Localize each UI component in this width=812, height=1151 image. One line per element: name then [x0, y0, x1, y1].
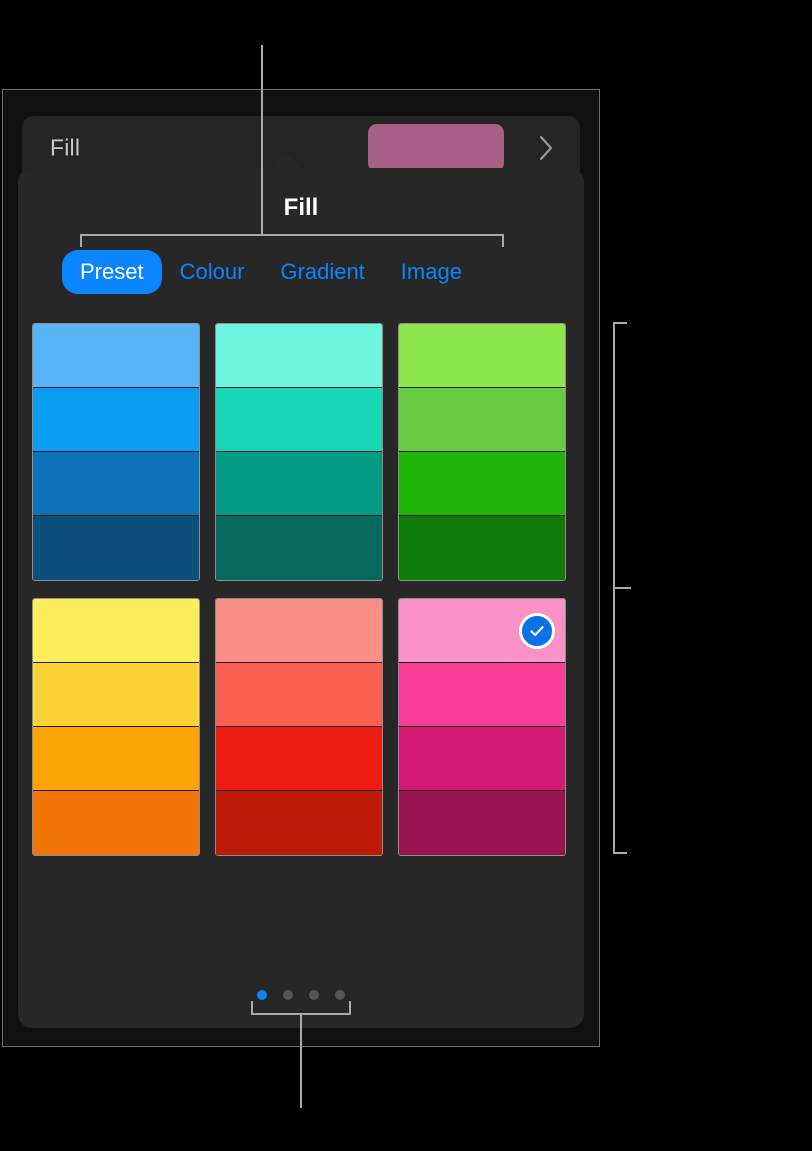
callout-bracket-tabs [80, 234, 504, 236]
chevron-right-icon[interactable] [534, 130, 558, 166]
swatch-pink-magenta-ramp-3[interactable] [399, 791, 565, 855]
swatch-green-ramp-3[interactable] [399, 516, 565, 580]
callout-bracket-tabs-tick-left [80, 234, 82, 247]
swatch-band-warm-tones [32, 598, 570, 856]
swatch-teal-ramp-2[interactable] [216, 452, 382, 516]
tab-colour[interactable]: Colour [162, 250, 263, 294]
swatch-coral-red-ramp-0[interactable] [216, 599, 382, 663]
page-dot-2[interactable] [283, 990, 293, 1000]
swatch-green-ramp-1[interactable] [399, 388, 565, 452]
page-dot-3[interactable] [309, 990, 319, 1000]
swatch-group-yellow-orange-ramp [32, 598, 200, 856]
callout-leader-swatch-grid [615, 587, 631, 589]
swatch-blue-ramp-2[interactable] [33, 452, 199, 516]
swatch-coral-red-ramp-1[interactable] [216, 663, 382, 727]
swatch-group-teal-ramp [215, 323, 383, 581]
swatch-blue-ramp-3[interactable] [33, 516, 199, 580]
swatch-pink-magenta-ramp-2[interactable] [399, 727, 565, 791]
swatch-group-green-ramp [398, 323, 566, 581]
swatch-pink-magenta-ramp-1[interactable] [399, 663, 565, 727]
callout-leader-page-dots [300, 1013, 302, 1108]
tab-preset[interactable]: Preset [62, 250, 162, 294]
swatch-coral-red-ramp-3[interactable] [216, 791, 382, 855]
swatch-pink-magenta-ramp-0[interactable] [399, 599, 565, 663]
swatch-group-coral-red-ramp [215, 598, 383, 856]
callout-bracket-swatch-grid-tick-bottom [613, 852, 627, 854]
swatch-band-cool-tones [32, 323, 570, 581]
current-fill-color-chip[interactable] [368, 124, 504, 172]
swatch-blue-ramp-0[interactable] [33, 324, 199, 388]
swatch-yellow-orange-ramp-2[interactable] [33, 727, 199, 791]
swatch-yellow-orange-ramp-0[interactable] [33, 599, 199, 663]
preset-swatch-grid [32, 323, 570, 856]
page-dot-4[interactable] [335, 990, 345, 1000]
swatch-coral-red-ramp-2[interactable] [216, 727, 382, 791]
swatch-yellow-orange-ramp-3[interactable] [33, 791, 199, 855]
tab-gradient[interactable]: Gradient [262, 250, 382, 294]
popover-title: Fill [283, 194, 319, 221]
swatch-teal-ramp-0[interactable] [216, 324, 382, 388]
fill-tab-bar: Preset Colour Gradient Image [62, 250, 480, 294]
tab-image[interactable]: Image [383, 250, 480, 294]
callout-bracket-page-dots-tick-right [349, 1001, 351, 1014]
page-dot-1[interactable] [257, 990, 267, 1000]
callout-line-to-fill-popover [261, 45, 263, 236]
swatch-teal-ramp-1[interactable] [216, 388, 382, 452]
swatch-green-ramp-0[interactable] [399, 324, 565, 388]
fill-inspector-label: Fill [50, 134, 81, 161]
checkmark-circle-icon [519, 612, 555, 649]
swatch-green-ramp-2[interactable] [399, 452, 565, 516]
callout-bracket-page-dots-tick-left [251, 1001, 253, 1014]
swatch-teal-ramp-3[interactable] [216, 516, 382, 580]
swatch-yellow-orange-ramp-1[interactable] [33, 663, 199, 727]
callout-bracket-tabs-tick-right [502, 234, 504, 247]
page-indicator-dots [18, 990, 584, 1000]
callout-bracket-swatch-grid-tick-top [613, 322, 627, 324]
swatch-blue-ramp-1[interactable] [33, 388, 199, 452]
swatch-group-pink-magenta-ramp [398, 598, 566, 856]
swatch-group-blue-ramp [32, 323, 200, 581]
fill-popover: Fill Preset Colour Gradient Image [18, 168, 584, 1028]
